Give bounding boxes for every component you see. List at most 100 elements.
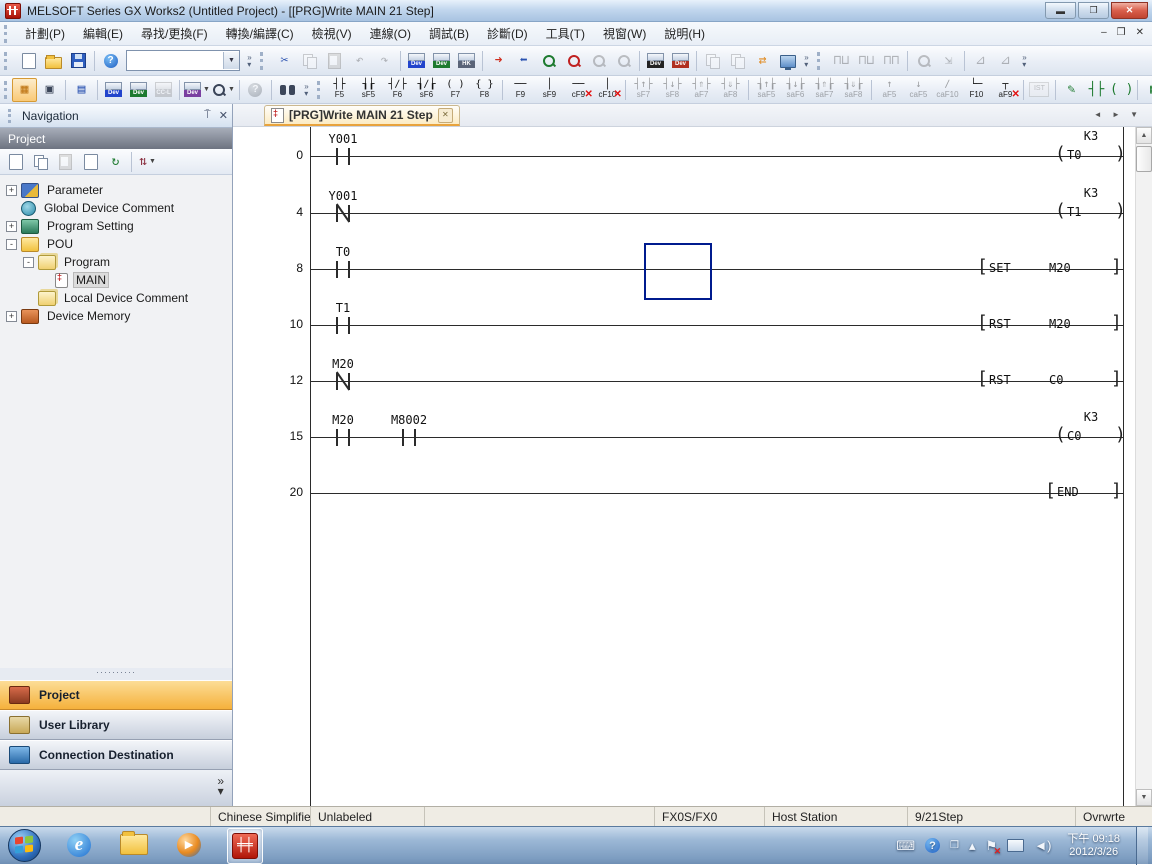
tray-keyboard-icon[interactable]: ⌨ xyxy=(896,838,915,854)
remote-operation-icon[interactable] xyxy=(775,49,800,73)
restore-button[interactable]: ❒ xyxy=(1078,2,1109,19)
tree-item-local-device-comment[interactable]: +Local Device Comment xyxy=(0,289,232,307)
ladder-symbol-f10-button[interactable]: └─F10 xyxy=(962,78,991,102)
save-project-icon[interactable] xyxy=(66,49,91,73)
tray-network-icon[interactable] xyxy=(1007,839,1024,852)
ladder-symbol-saf7-button[interactable]: ┧⇑┟saF7 xyxy=(810,78,839,102)
tree-item-pou[interactable]: -POU xyxy=(0,235,232,253)
tray-window-icon[interactable]: ❒ xyxy=(950,840,959,851)
taskbar-clock[interactable]: 下午 09:18 2012/3/26 xyxy=(1067,833,1120,859)
ladder-symbol-af8-button[interactable]: ┤⇓├aF8 xyxy=(716,78,745,102)
mdi-close-button[interactable]: ✕ xyxy=(1136,27,1144,38)
watch-register-icon[interactable]: ▦ xyxy=(1141,78,1152,102)
ladder-symbol-af5-button[interactable]: ↑aF5 xyxy=(875,78,904,102)
device-display-icon[interactable]: Dev▼ xyxy=(183,78,211,102)
view-button-user-library[interactable]: User Library xyxy=(0,710,232,740)
menu-item-1[interactable]: 編輯(E) xyxy=(74,24,132,44)
menu-item-4[interactable]: 檢視(V) xyxy=(303,24,361,44)
menu-item-3[interactable]: 轉換/編譯(C) xyxy=(217,24,303,44)
taskbar-media-player-icon[interactable]: ▶ xyxy=(172,828,206,862)
device-test-contact-icon[interactable]: ┤├ xyxy=(1084,78,1109,102)
more-views-button[interactable]: »▾ xyxy=(217,776,224,796)
trace-window-icon[interactable]: ⇲ xyxy=(936,49,961,73)
ladder-symbol-af9-button[interactable]: ┬aF9✕ xyxy=(991,78,1020,102)
close-button[interactable]: ✕ xyxy=(1111,2,1148,19)
vertical-scrollbar[interactable]: ▲ ▼ xyxy=(1135,127,1152,806)
tree-expander[interactable]: - xyxy=(23,257,34,268)
scroll-up-button[interactable]: ▲ xyxy=(1136,127,1152,144)
inline-st-icon[interactable]: IST xyxy=(1027,78,1052,102)
ladder-symbol-sf6-button[interactable]: ┧∕┟sF6 xyxy=(412,78,441,102)
monitor-pause-icon[interactable] xyxy=(586,49,611,73)
ladder-symbol-cf9-button[interactable]: ──cF9✕ xyxy=(564,78,593,102)
copy-icon[interactable] xyxy=(297,49,322,73)
device-memory-dev-icon[interactable]: Dev xyxy=(643,49,668,73)
ladder-symbol-saf8-button[interactable]: ┧⇓┟saF8 xyxy=(839,78,868,102)
view-button-connection-destination[interactable]: Connection Destination xyxy=(0,740,232,770)
menu-item-6[interactable]: 調試(B) xyxy=(420,24,478,44)
logging-config-icon[interactable]: ⊓⊔ xyxy=(854,49,879,73)
tree-item-parameter[interactable]: +Parameter xyxy=(0,181,232,199)
redo-icon[interactable]: ↷ xyxy=(372,49,397,73)
device-search-icon[interactable]: ▼ xyxy=(211,78,236,102)
monitor-stop-icon[interactable] xyxy=(561,49,586,73)
view-button-project[interactable]: Project xyxy=(0,680,232,710)
paste-icon[interactable] xyxy=(322,49,347,73)
tab-close-icon[interactable]: ✕ xyxy=(438,108,453,123)
trigger-down-icon[interactable]: ⊿ xyxy=(993,49,1018,73)
mdi-restore-button[interactable]: ❒ xyxy=(1117,27,1126,38)
start-button[interactable] xyxy=(8,829,41,862)
show-desktop-button[interactable] xyxy=(1136,827,1148,865)
toolbar-overflow-button[interactable]: »▾ xyxy=(800,50,813,72)
ladder-symbol-f7-button[interactable]: ( )F7 xyxy=(441,78,470,102)
scrollbar-thumb[interactable] xyxy=(1136,146,1152,172)
menu-item-10[interactable]: 說明(H) xyxy=(655,24,714,44)
menu-item-5[interactable]: 連線(O) xyxy=(361,24,420,44)
menu-item-7[interactable]: 診斷(D) xyxy=(478,24,537,44)
help-icon[interactable]: ? xyxy=(98,49,123,73)
sampling-trace-icon[interactable]: ⊓⊔ xyxy=(829,49,854,73)
trigger-up-icon[interactable]: ⊿ xyxy=(968,49,993,73)
toolbar-grip[interactable] xyxy=(817,52,824,70)
tree-expander[interactable]: + xyxy=(6,311,17,322)
ladder-symbol-sf7-button[interactable]: ┤↑├sF7 xyxy=(629,78,658,102)
ladder-symbol-f6-button[interactable]: ┤∕├F6 xyxy=(383,78,412,102)
minimize-button[interactable]: ▬ xyxy=(1045,2,1076,19)
ladder-symbol-sf8-button[interactable]: ┤↓├sF8 xyxy=(658,78,687,102)
tray-volume-icon[interactable]: ◄) xyxy=(1034,838,1051,853)
read-from-plc-icon[interactable]: ⬅ xyxy=(511,49,536,73)
tree-expander[interactable]: - xyxy=(6,239,17,250)
device-test-coil-icon[interactable]: ( ) xyxy=(1109,78,1134,102)
verify-with-plc-icon[interactable] xyxy=(700,49,725,73)
ladder-symbol-caf5-button[interactable]: ↓caF5 xyxy=(904,78,933,102)
new-data-icon[interactable] xyxy=(3,150,28,174)
tree-expander[interactable]: + xyxy=(6,221,17,232)
scroll-down-button[interactable]: ▼ xyxy=(1136,789,1152,806)
device-comment-list-icon[interactable]: Dev xyxy=(101,78,126,102)
ladder-canvas[interactable]: 0Y001(T0)K34Y001(T1)K38T0[SETM20]10T1[RS… xyxy=(233,127,1135,806)
toolbar-overflow-button[interactable]: »▾ xyxy=(300,79,313,101)
menu-item-8[interactable]: 工具(T) xyxy=(537,24,594,44)
ladder-symbol-saf6-button[interactable]: ┧↓┟saF6 xyxy=(781,78,810,102)
toolbar-grip[interactable] xyxy=(260,52,267,70)
tree-item-program[interactable]: -Program xyxy=(0,253,232,271)
ladder-symbol-f5-button[interactable]: ┤├F5 xyxy=(325,78,354,102)
device-batch-monitor-icon[interactable]: HK xyxy=(454,49,479,73)
tray-action-center-icon[interactable]: ⚑✕ xyxy=(986,838,998,854)
tab-scroll-arrows[interactable]: ◄ ► ▼ xyxy=(1094,110,1142,119)
menu-item-9[interactable]: 視窗(W) xyxy=(594,24,655,44)
pin-icon[interactable]: ⍑ xyxy=(204,109,211,122)
data-property-icon[interactable] xyxy=(78,150,103,174)
open-project-icon[interactable] xyxy=(41,49,66,73)
mdi-minimize-button[interactable]: – xyxy=(1101,27,1107,38)
tray-help-icon[interactable]: ? xyxy=(925,838,940,853)
cut-icon[interactable]: ✂ xyxy=(272,49,297,73)
context-help-icon[interactable]: ? xyxy=(243,78,268,102)
toolbar-overflow-button[interactable]: »▾ xyxy=(243,50,256,72)
tree-item-global-device-comment[interactable]: +Global Device Comment xyxy=(0,199,232,217)
ladder-symbol-caf10-button[interactable]: ∕caF10 xyxy=(933,78,962,102)
ladder-symbol-sf9-button[interactable]: │sF9 xyxy=(535,78,564,102)
paste-data-icon[interactable] xyxy=(53,150,78,174)
ladder-symbol-f8-button[interactable]: { }F8 xyxy=(470,78,499,102)
tree-item-main[interactable]: +‡MAIN xyxy=(0,271,232,289)
